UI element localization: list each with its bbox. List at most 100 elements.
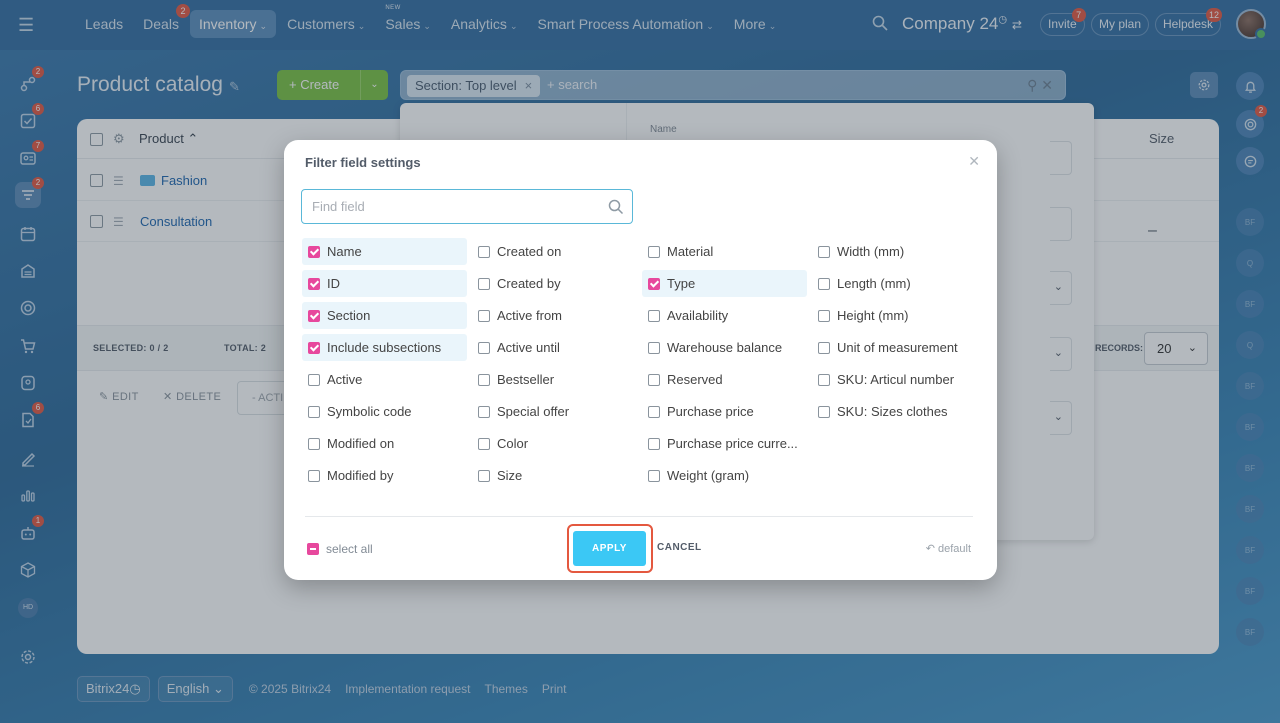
field-option[interactable]: Active — [302, 366, 467, 393]
field-checkbox[interactable] — [308, 278, 320, 290]
field-checkbox[interactable] — [478, 374, 490, 386]
field-checkbox[interactable] — [478, 246, 490, 258]
find-field-input[interactable] — [302, 190, 602, 223]
field-checkbox[interactable] — [648, 246, 660, 258]
field-option[interactable]: SKU: Sizes clothes — [812, 398, 977, 425]
field-option[interactable]: Warehouse balance — [642, 334, 807, 361]
modal-title: Filter field settings — [305, 155, 421, 170]
field-label: Color — [497, 436, 529, 451]
field-label: Purchase price — [667, 404, 754, 419]
field-label: Width (mm) — [837, 244, 905, 259]
field-checkbox[interactable] — [308, 374, 320, 386]
field-option[interactable]: Special offer — [472, 398, 637, 425]
field-label: Created on — [497, 244, 562, 259]
field-option[interactable]: Created by — [472, 270, 637, 297]
field-label: Reserved — [667, 372, 723, 387]
field-option[interactable]: Unit of measurement — [812, 334, 977, 361]
field-checkbox[interactable] — [308, 470, 320, 482]
field-label: Material — [667, 244, 714, 259]
field-option[interactable]: Weight (gram) — [642, 462, 807, 489]
search-icon[interactable] — [608, 199, 624, 215]
field-option[interactable]: Reserved — [642, 366, 807, 393]
field-option[interactable]: Purchase price curre... — [642, 430, 807, 457]
field-label: Bestseller — [497, 372, 555, 387]
field-checkbox[interactable] — [818, 278, 830, 290]
field-option[interactable]: Size — [472, 462, 637, 489]
field-checkbox[interactable] — [648, 406, 660, 418]
field-checkbox[interactable] — [308, 406, 320, 418]
field-option[interactable]: Availability — [642, 302, 807, 329]
field-label: Purchase price curre... — [667, 436, 798, 451]
default-button[interactable]: ↶ default — [926, 542, 971, 555]
field-label: Modified by — [327, 468, 394, 483]
filter-field-settings-modal: Filter field settings ✕ Name ID Section Inc… — [284, 140, 997, 580]
field-label: Active until — [497, 340, 560, 355]
field-checkbox[interactable] — [478, 406, 490, 418]
field-checkbox[interactable] — [478, 438, 490, 450]
field-checkbox[interactable] — [648, 374, 660, 386]
undo-icon: ↶ — [925, 543, 935, 555]
cancel-button[interactable]: CANCEL — [657, 542, 702, 553]
field-checkbox[interactable] — [818, 342, 830, 354]
field-checkbox[interactable] — [648, 342, 660, 354]
select-all-toggle[interactable]: select all — [307, 542, 373, 556]
field-option[interactable]: Bestseller — [472, 366, 637, 393]
field-label: SKU: Sizes clothes — [837, 404, 948, 419]
field-option[interactable]: Include subsections — [302, 334, 467, 361]
field-option[interactable]: Active from — [472, 302, 637, 329]
field-checkbox[interactable] — [648, 310, 660, 322]
field-option[interactable]: Created on — [472, 238, 637, 265]
field-option[interactable]: Material — [642, 238, 807, 265]
field-checkbox[interactable] — [648, 470, 660, 482]
field-checkbox[interactable] — [478, 342, 490, 354]
field-option[interactable]: Symbolic code — [302, 398, 467, 425]
field-checkbox[interactable] — [648, 438, 660, 450]
field-option[interactable]: Active until — [472, 334, 637, 361]
field-label: Warehouse balance — [667, 340, 783, 355]
field-option[interactable]: Type — [642, 270, 807, 297]
field-checkbox[interactable] — [818, 374, 830, 386]
field-checkbox[interactable] — [478, 278, 490, 290]
field-checkbox[interactable] — [648, 278, 660, 290]
field-option[interactable]: Modified on — [302, 430, 467, 457]
field-checkbox[interactable] — [478, 310, 490, 322]
field-checkbox[interactable] — [818, 246, 830, 258]
field-label: Unit of measurement — [837, 340, 958, 355]
modal-divider — [305, 516, 973, 517]
field-option[interactable]: Length (mm) — [812, 270, 977, 297]
field-label: Active from — [497, 308, 563, 323]
select-all-checkbox[interactable] — [307, 543, 319, 555]
field-label: Height (mm) — [837, 308, 909, 323]
field-option[interactable]: Modified by — [302, 462, 467, 489]
field-checkbox[interactable] — [308, 438, 320, 450]
field-option[interactable]: SKU: Articul number — [812, 366, 977, 393]
field-option[interactable]: Section — [302, 302, 467, 329]
field-label: Size — [497, 468, 523, 483]
field-checkbox[interactable] — [818, 406, 830, 418]
find-field[interactable] — [301, 189, 633, 224]
field-label: Include subsections — [327, 340, 442, 355]
field-label: Weight (gram) — [667, 468, 750, 483]
field-option[interactable]: Color — [472, 430, 637, 457]
field-option[interactable]: Height (mm) — [812, 302, 977, 329]
field-checkbox[interactable] — [308, 310, 320, 322]
field-option[interactable]: Name — [302, 238, 467, 265]
field-option[interactable]: Purchase price — [642, 398, 807, 425]
field-option[interactable]: ID — [302, 270, 467, 297]
field-label: Modified on — [327, 436, 395, 451]
close-icon[interactable]: ✕ — [968, 153, 980, 170]
field-option[interactable]: Width (mm) — [812, 238, 977, 265]
field-label: Type — [667, 276, 696, 291]
field-label: Special offer — [497, 404, 570, 419]
field-label: Availability — [667, 308, 729, 323]
field-checkbox[interactable] — [818, 310, 830, 322]
field-label: Created by — [497, 276, 561, 291]
field-checkbox[interactable] — [308, 342, 320, 354]
field-checkbox[interactable] — [478, 470, 490, 482]
apply-button[interactable]: APPLY — [573, 531, 646, 566]
field-label: ID — [327, 276, 340, 291]
field-label: SKU: Articul number — [837, 372, 955, 387]
field-label: Section — [327, 308, 371, 323]
field-checkbox[interactable] — [308, 246, 320, 258]
field-label: Length (mm) — [837, 276, 911, 291]
